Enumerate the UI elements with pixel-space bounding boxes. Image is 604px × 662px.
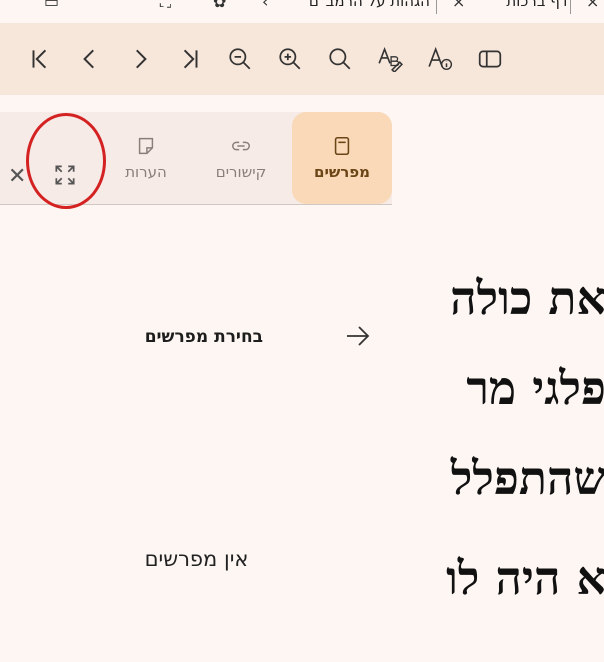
search-icon (329, 48, 351, 70)
tab-label: קישורים (215, 163, 267, 181)
last-page-button[interactable] (174, 43, 206, 75)
font-info-button[interactable] (424, 43, 456, 75)
text-line: את כולה (450, 271, 604, 325)
tab-label: דף ברכות (506, 0, 568, 10)
window-icon[interactable]: ▭ (44, 0, 59, 11)
tab-label: מפרשים (314, 163, 370, 181)
previous-button[interactable] (74, 43, 106, 75)
tab-label: הגהות על הרמב"ם (308, 0, 430, 10)
chevron-left-icon (83, 49, 94, 69)
section-title: בחירת מפרשים (144, 327, 263, 347)
note-icon (138, 137, 154, 155)
zoom-out-button[interactable] (224, 43, 256, 75)
tab-label: הערות (125, 163, 167, 181)
zoom-in-icon (279, 48, 301, 70)
tab-links[interactable]: קישורים (196, 112, 286, 204)
text-line: שהתפלל (450, 451, 604, 505)
empty-message: אין מפרשים (144, 547, 249, 571)
text-format-icon (378, 46, 403, 72)
arrow-right-icon[interactable] (344, 323, 372, 349)
settings-icon[interactable]: ✿ (213, 0, 226, 11)
first-page-button[interactable] (24, 43, 56, 75)
text-format-button[interactable] (374, 43, 406, 75)
chevron-right-icon (136, 49, 147, 69)
toolbar (0, 23, 604, 95)
text-line: פלגי מר (466, 361, 604, 415)
close-icon[interactable]: ✕ (8, 164, 26, 189)
annotation-circle (26, 113, 106, 209)
tab-rambam-notes[interactable]: הגהות על הרמב"ם (282, 0, 430, 14)
tab-commentaries[interactable]: מפרשים (292, 112, 392, 204)
text-line: א היה לו (446, 551, 604, 605)
tab-notes[interactable]: הערות (106, 112, 186, 204)
book-icon (334, 136, 350, 156)
tab-divider (570, 0, 571, 14)
search-button[interactable] (324, 43, 356, 75)
close-tab-icon[interactable]: × (452, 0, 465, 11)
chevron-left-icon[interactable]: ‹ (262, 0, 268, 11)
zoom-in-button[interactable] (274, 43, 306, 75)
zoom-out-icon (229, 48, 251, 70)
tab-daf-berachot[interactable]: דף ברכות (472, 0, 568, 14)
close-tab-icon[interactable]: × (586, 0, 599, 11)
tab-divider (436, 0, 437, 14)
last-page-icon (183, 49, 198, 69)
first-page-icon (32, 49, 47, 69)
link-icon (232, 141, 250, 151)
sidebar-icon (478, 50, 502, 68)
main-text-area: את כולה פלגי מר שהתפלל א היה לו (393, 95, 604, 662)
tab-strip: ▭ ⛶ ✿ ‹ הגהות על הרמב"ם × דף ברכות × (0, 0, 604, 22)
next-button[interactable] (124, 43, 156, 75)
sidebar-toggle-button[interactable] (474, 43, 506, 75)
fullscreen-icon[interactable]: ⛶ (160, 0, 171, 12)
font-info-icon (428, 46, 453, 70)
